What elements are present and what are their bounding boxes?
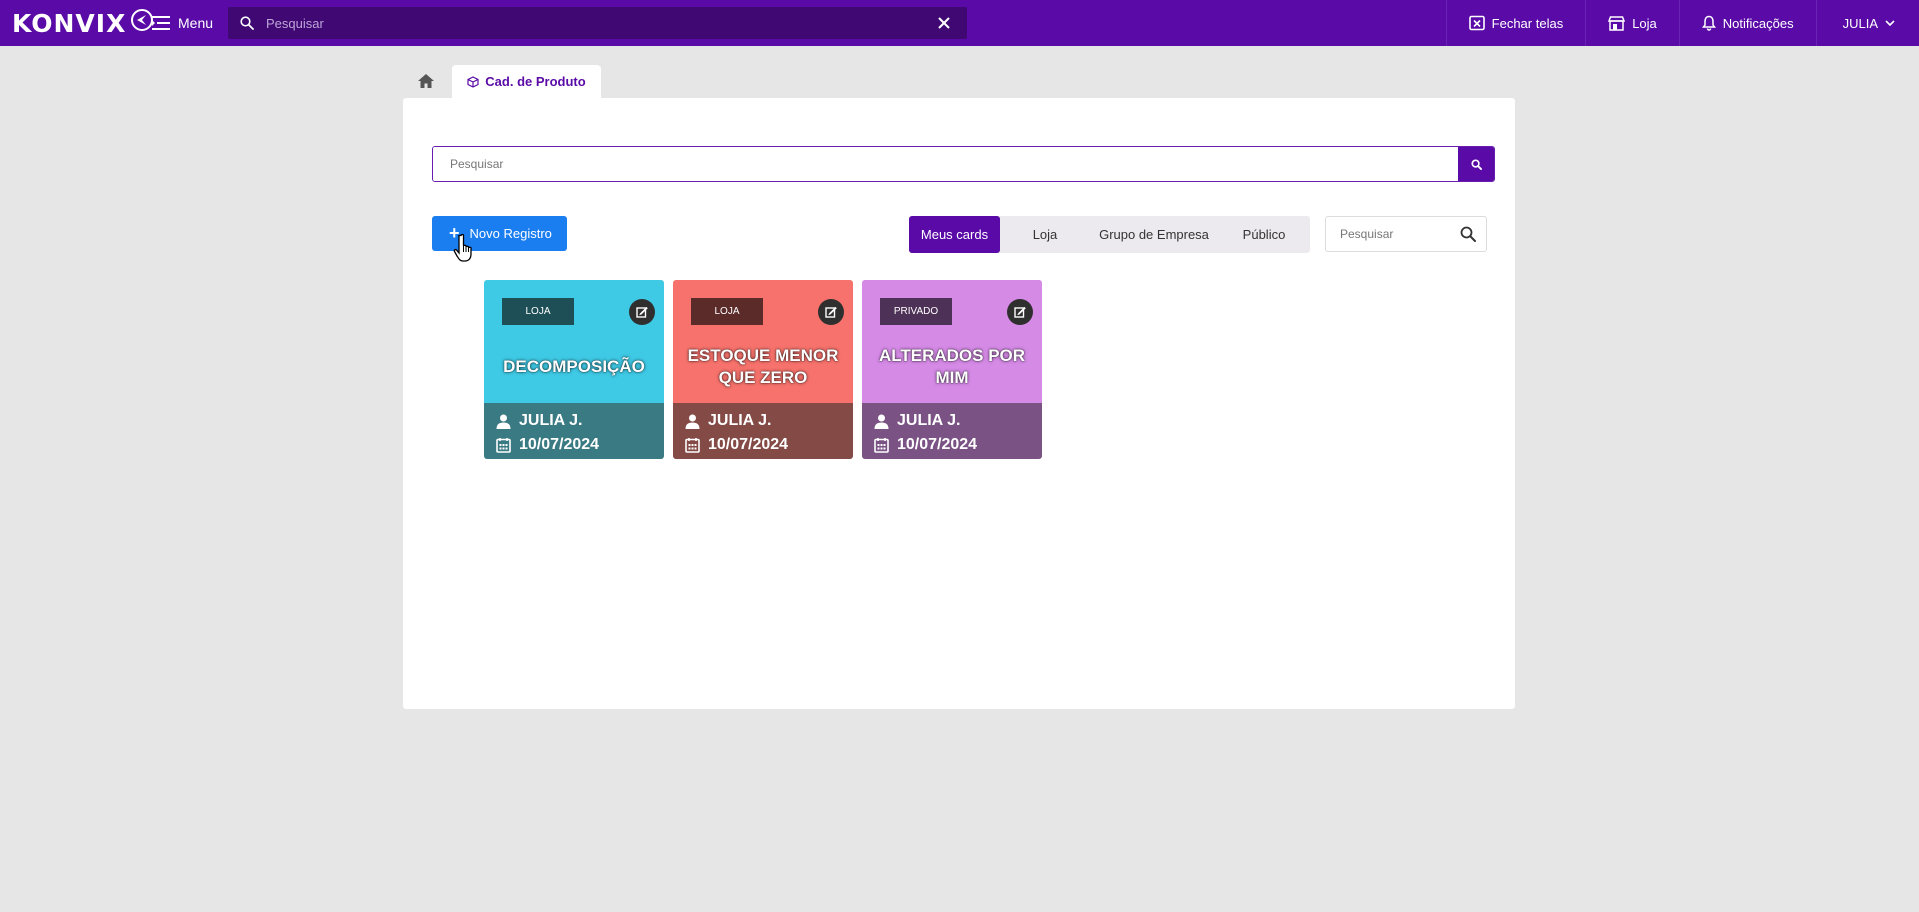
card-date: 10/07/2024	[685, 433, 853, 457]
card-owner: JULIA J.	[685, 409, 853, 433]
main-panel: + Novo Registro Meus cards Loja Grupo de…	[403, 98, 1515, 709]
edit-icon[interactable]	[818, 299, 844, 325]
card-owner: JULIA J.	[496, 409, 664, 433]
menu-label: Menu	[178, 15, 214, 31]
bell-icon	[1701, 15, 1716, 31]
close-window-icon	[1468, 15, 1485, 31]
konvix-logo[interactable]: KONVIX	[12, 8, 154, 38]
user-name: JULIA	[1842, 15, 1878, 31]
logo-emblem-icon	[131, 9, 154, 31]
store-label: Loja	[1632, 15, 1657, 31]
filter-store[interactable]: Loja	[1000, 216, 1090, 253]
card-search-input[interactable]	[1338, 226, 1460, 242]
card-alterados-por-mim[interactable]: PRIVADO ALTERADOS POR MIM JULIA J. 10/07…	[862, 280, 1042, 459]
calendar-icon	[874, 438, 889, 453]
card-title: ALTERADOS POR MIM	[878, 346, 1026, 387]
edit-icon[interactable]	[1007, 299, 1033, 325]
card-badge: LOJA	[502, 298, 574, 325]
card-date-value: 10/07/2024	[519, 436, 600, 453]
filter-public[interactable]: Público	[1218, 216, 1310, 253]
user-icon	[874, 414, 889, 429]
new-record-label: Novo Registro	[469, 226, 552, 241]
chevron-down-icon	[1885, 20, 1895, 26]
search-icon	[240, 16, 254, 30]
top-bar: KONVIX Menu Pesquisar Fechar telas Loja …	[0, 0, 1919, 46]
close-screens-button[interactable]: Fechar telas	[1445, 0, 1586, 46]
filter-my-cards[interactable]: Meus cards	[909, 216, 1000, 253]
home-icon	[418, 74, 434, 88]
records-search-button[interactable]	[1458, 147, 1494, 181]
clear-search-icon[interactable]	[933, 12, 955, 34]
notifications-button[interactable]: Notificações	[1678, 0, 1816, 46]
home-tab[interactable]	[406, 66, 446, 96]
card-title: ESTOQUE MENOR QUE ZERO	[687, 346, 839, 387]
menu-icon	[152, 16, 170, 30]
card-owner-name: JULIA J.	[519, 412, 583, 429]
card-owner: JULIA J.	[874, 409, 1042, 433]
calendar-icon	[496, 438, 511, 453]
card-badge: PRIVADO	[880, 298, 952, 325]
user-menu[interactable]: JULIA	[1815, 0, 1919, 46]
card-date: 10/07/2024	[874, 433, 1042, 457]
card-badge: LOJA	[691, 298, 763, 325]
card-header: LOJA DECOMPOSIÇÃO	[484, 280, 664, 403]
calendar-icon	[685, 438, 700, 453]
records-search	[432, 146, 1495, 182]
store-icon	[1608, 15, 1626, 31]
top-right-actions: Fechar telas Loja Notificações JULIA	[1445, 0, 1919, 46]
user-icon	[496, 414, 511, 429]
card-footer: JULIA J. 10/07/2024	[673, 403, 853, 459]
global-search-input[interactable]	[264, 14, 933, 32]
tab-label: Cad. de Produto	[485, 74, 586, 89]
hand-cursor-icon	[453, 233, 472, 262]
card-footer: JULIA J. 10/07/2024	[862, 403, 1042, 459]
card-date: 10/07/2024	[496, 433, 664, 457]
card-header: LOJA ESTOQUE MENOR QUE ZERO	[673, 280, 853, 403]
menu-button[interactable]: Menu	[152, 12, 213, 34]
filter-company-group[interactable]: Grupo de Empresa	[1090, 216, 1218, 253]
card-date-value: 10/07/2024	[708, 436, 789, 453]
records-search-input[interactable]	[433, 147, 1458, 181]
card-filter-tabs: Meus cards Loja Grupo de Empresa Público	[909, 216, 1310, 253]
card-footer: JULIA J. 10/07/2024	[484, 403, 664, 459]
user-icon	[685, 414, 700, 429]
edit-icon[interactable]	[629, 299, 655, 325]
logo-text: KONVIX	[12, 8, 127, 38]
card-search	[1325, 216, 1487, 252]
card-title: DECOMPOSIÇÃO	[503, 357, 645, 376]
global-search	[228, 7, 967, 39]
card-estoque-menor-que-zero[interactable]: LOJA ESTOQUE MENOR QUE ZERO JULIA J. 10/…	[673, 280, 853, 459]
tab-product-register[interactable]: Cad. de Produto	[452, 65, 601, 98]
close-screens-label: Fechar telas	[1491, 15, 1564, 31]
card-owner-name: JULIA J.	[708, 412, 772, 429]
notifications-label: Notificações	[1722, 15, 1794, 31]
card-decomposicao[interactable]: LOJA DECOMPOSIÇÃO JULIA J. 10/07/2024	[484, 280, 664, 459]
search-icon	[1470, 158, 1482, 170]
box-icon	[467, 75, 479, 88]
search-icon[interactable]	[1460, 226, 1476, 242]
card-owner-name: JULIA J.	[897, 412, 961, 429]
card-header: PRIVADO ALTERADOS POR MIM	[862, 280, 1042, 403]
store-button[interactable]: Loja	[1585, 0, 1679, 46]
card-date-value: 10/07/2024	[897, 436, 978, 453]
